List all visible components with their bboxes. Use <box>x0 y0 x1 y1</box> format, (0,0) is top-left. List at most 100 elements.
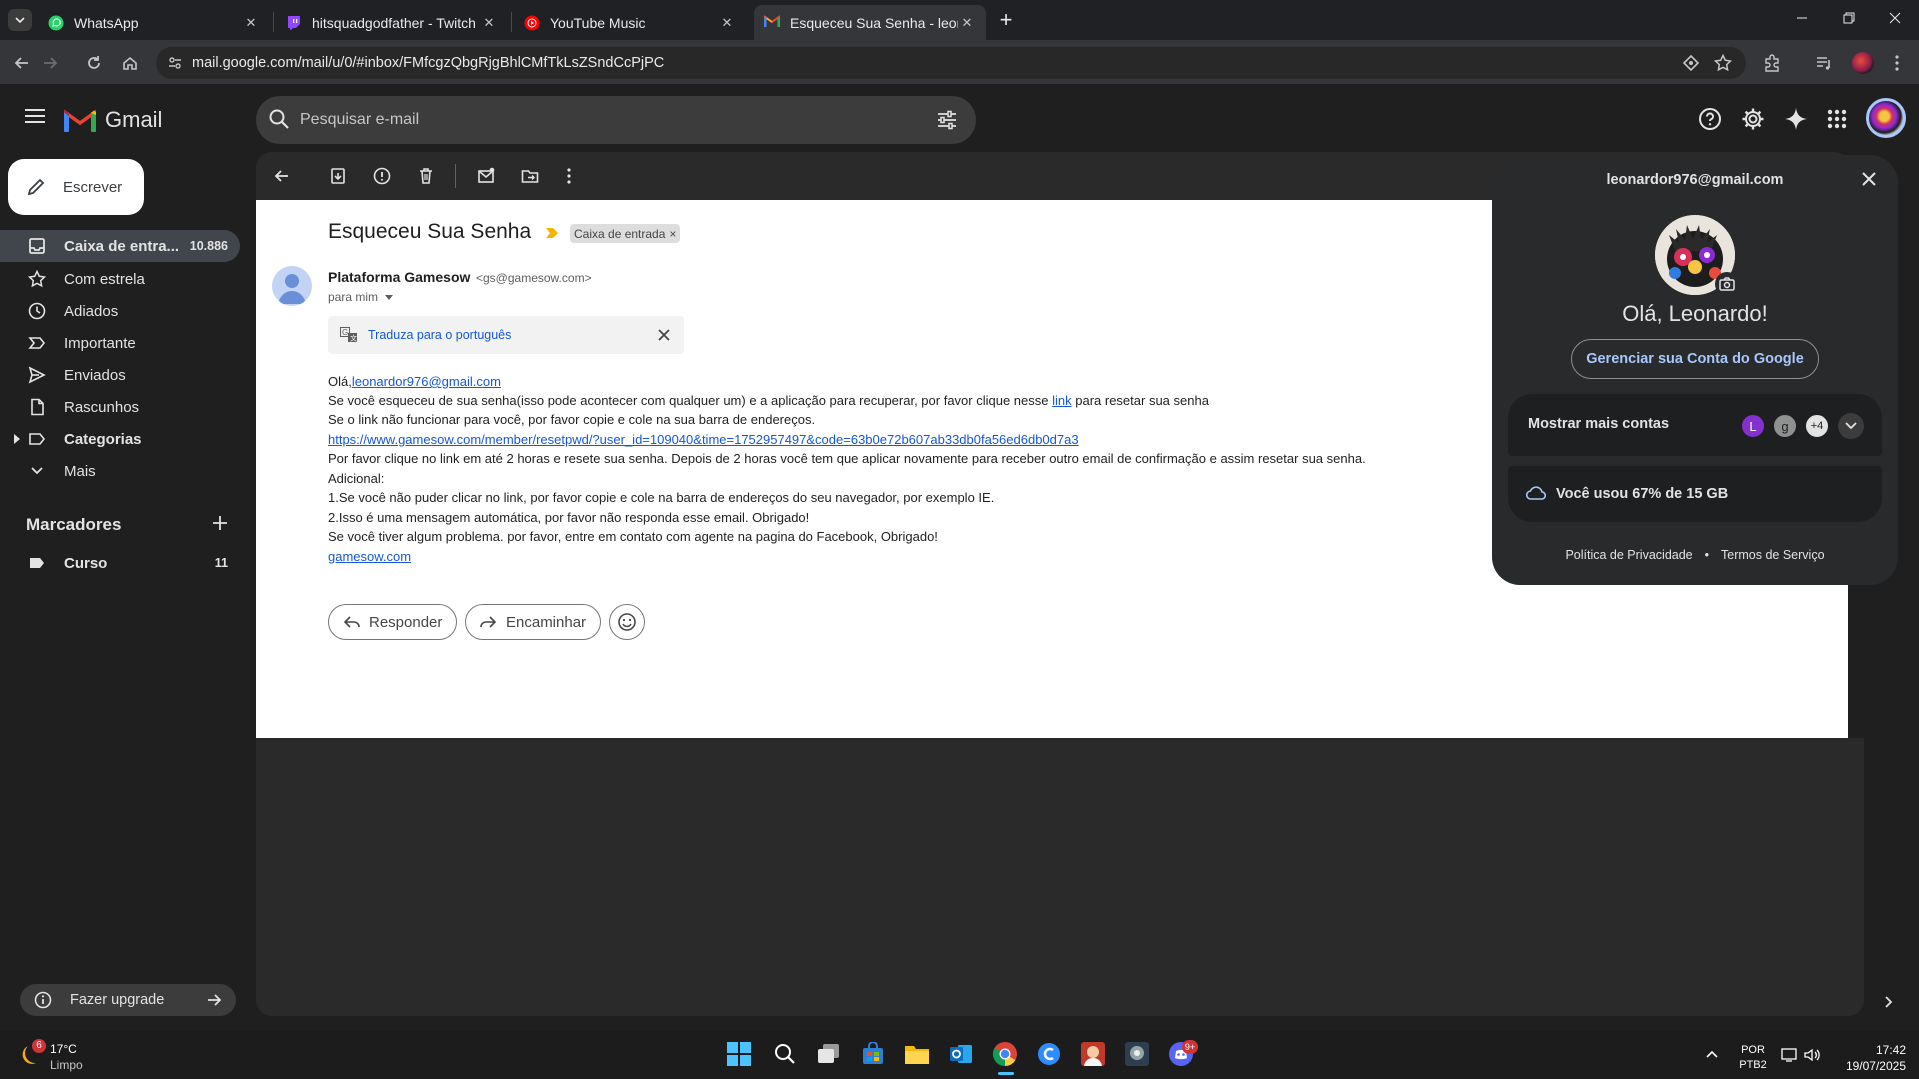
move-to-button[interactable] <box>518 164 542 188</box>
outlook-button[interactable] <box>946 1039 976 1069</box>
close-popover-button[interactable] <box>1862 172 1876 186</box>
compose-button[interactable]: Escrever <box>8 159 144 215</box>
emoji-reaction-button[interactable] <box>609 604 645 640</box>
close-icon[interactable]: ✕ <box>242 15 260 31</box>
sidebar-item-more[interactable]: Mais <box>0 455 240 487</box>
body-line-7: Se você tiver algum problema. por favor,… <box>328 529 938 544</box>
storage-row[interactable]: Você usou 67% de 15 GB <box>1508 466 1882 522</box>
show-hidden-icons-button[interactable] <box>1706 1050 1718 1058</box>
site-info-icon[interactable] <box>168 56 182 70</box>
label-chip[interactable]: Caixa de entrada × <box>570 224 681 243</box>
close-icon[interactable]: ✕ <box>958 15 976 31</box>
game-app-button[interactable] <box>1078 1039 1108 1069</box>
report-spam-button[interactable] <box>370 164 394 188</box>
manage-account-button[interactable]: Gerenciar sua Conta do Google <box>1571 339 1819 379</box>
account-avatar-button[interactable] <box>1866 98 1906 138</box>
main-menu-button[interactable] <box>24 108 48 132</box>
archive-button[interactable] <box>326 164 350 188</box>
create-label-button[interactable] <box>212 515 232 535</box>
close-icon[interactable]: ✕ <box>718 15 736 31</box>
chrome-menu-icon[interactable] <box>1885 51 1909 75</box>
start-button[interactable] <box>724 1039 754 1069</box>
home-button[interactable] <box>118 51 142 75</box>
sidebar-item-drafts[interactable]: Rascunhos <box>0 391 240 423</box>
extensions-icon[interactable] <box>1760 51 1784 75</box>
privacy-link[interactable]: Política de Privacidade <box>1565 548 1692 562</box>
remove-label-icon[interactable]: × <box>669 227 676 241</box>
gmail-logo[interactable]: Gmail <box>64 107 162 133</box>
address-bar[interactable]: mail.google.com/mail/u/0/#inbox/FMfcgzQb… <box>156 47 1746 79</box>
more-options-button[interactable] <box>557 164 581 188</box>
terms-link[interactable]: Termos de Serviço <box>1721 548 1825 562</box>
close-translate-icon[interactable] <box>658 329 670 341</box>
tab-gmail-active[interactable]: Esqueceu Sua Senha - leonardo ✕ <box>754 5 986 40</box>
sidebar-item-snoozed[interactable]: Adiados <box>0 295 240 327</box>
media-control-icon[interactable] <box>1812 51 1836 75</box>
sender-name[interactable]: Plataforma Gamesow <box>328 269 470 285</box>
tab-twitch[interactable]: hitsquadgodfather - Twitch ✕ <box>276 5 508 40</box>
sidebar-item-inbox[interactable]: Caixa de entra... 10.886 <box>0 230 240 262</box>
task-view-button[interactable] <box>814 1039 844 1069</box>
side-panel-toggle[interactable] <box>1885 996 1893 1008</box>
translate-link[interactable]: Traduza para o português <box>368 328 511 342</box>
network-icon[interactable] <box>1781 1048 1799 1062</box>
sidebar-item-starred[interactable]: Com estrela <box>0 263 240 295</box>
microsoft-store-button[interactable] <box>858 1039 888 1069</box>
recipient-details[interactable]: para mim <box>328 290 394 304</box>
chrome-button[interactable] <box>990 1039 1020 1069</box>
compose-label: Escrever <box>63 178 123 196</box>
weather-widget[interactable]: 6 17°C Limpo <box>18 1039 128 1073</box>
new-tab-button[interactable]: + <box>994 9 1018 33</box>
tab-youtube-music[interactable]: YouTube Music ✕ <box>514 5 746 40</box>
reset-url-link[interactable]: https://www.gamesow.com/member/resetpwd/… <box>328 432 1079 447</box>
gmail-icon <box>764 14 780 31</box>
sidebar-item-sent[interactable]: Enviados <box>0 359 240 391</box>
game-icon <box>1081 1042 1105 1066</box>
search-input[interactable]: Pesquisar e-mail <box>256 96 976 144</box>
lens-icon[interactable] <box>1679 51 1703 75</box>
restore-button[interactable] <box>1843 12 1861 28</box>
volume-icon[interactable] <box>1804 1048 1822 1062</box>
greeting-email-link[interactable]: leonardor976@gmail.com <box>352 374 501 389</box>
game-app-2-button[interactable] <box>1122 1039 1152 1069</box>
sidebar-item-label-curso[interactable]: Curso 11 <box>0 547 240 579</box>
change-photo-button[interactable] <box>1715 272 1739 296</box>
upgrade-button[interactable]: Fazer upgrade <box>20 984 236 1016</box>
delete-button[interactable] <box>414 164 438 188</box>
file-explorer-button[interactable] <box>902 1039 932 1069</box>
minimize-button[interactable] <box>1796 12 1814 28</box>
reply-button[interactable]: Responder <box>328 604 457 640</box>
taskbar-search-button[interactable] <box>770 1039 800 1069</box>
sidebar-item-categories[interactable]: Categorias <box>0 423 240 455</box>
profile-avatar-small[interactable] <box>1852 52 1874 74</box>
sidebar-item-important[interactable]: Importante <box>0 327 240 359</box>
svg-text:G: G <box>342 328 348 337</box>
tab-whatsapp[interactable]: WhatsApp ✕ <box>38 5 270 40</box>
expand-accounts-button[interactable] <box>1838 413 1864 439</box>
mark-unread-button[interactable] <box>474 164 498 188</box>
reset-link[interactable]: link <box>1052 393 1072 408</box>
gemini-sparkle-icon[interactable] <box>1784 107 1808 131</box>
settings-gear-icon[interactable] <box>1741 107 1765 131</box>
footer-link[interactable]: gamesow.com <box>328 549 411 564</box>
bookmark-star-icon[interactable] <box>1711 51 1735 75</box>
search-icon[interactable] <box>268 108 290 130</box>
importance-marker-icon[interactable] <box>546 227 558 239</box>
clock[interactable]: 17:42 19/07/2025 <box>1836 1042 1906 1074</box>
forward-button[interactable]: Encaminhar <box>465 604 601 640</box>
close-window-button[interactable] <box>1889 12 1907 28</box>
input-language-indicator[interactable]: POR PTB2 <box>1738 1043 1768 1073</box>
forward-button[interactable] <box>38 51 62 75</box>
body-line-5: 1.Se você não puder clicar no link, por … <box>328 490 995 505</box>
tab-search-button[interactable] <box>8 9 32 31</box>
search-options-icon[interactable] <box>936 109 958 131</box>
caret-right-icon[interactable] <box>14 434 20 444</box>
back-button[interactable] <box>10 51 34 75</box>
cortana-like-app-button[interactable] <box>1034 1039 1064 1069</box>
back-to-inbox-button[interactable] <box>270 164 294 188</box>
more-accounts-row[interactable]: Mostrar mais contas L g +4 <box>1508 394 1882 456</box>
close-icon[interactable]: ✕ <box>480 15 498 31</box>
reload-button[interactable] <box>82 51 106 75</box>
help-icon[interactable] <box>1698 107 1722 131</box>
apps-grid-icon[interactable] <box>1827 109 1847 129</box>
